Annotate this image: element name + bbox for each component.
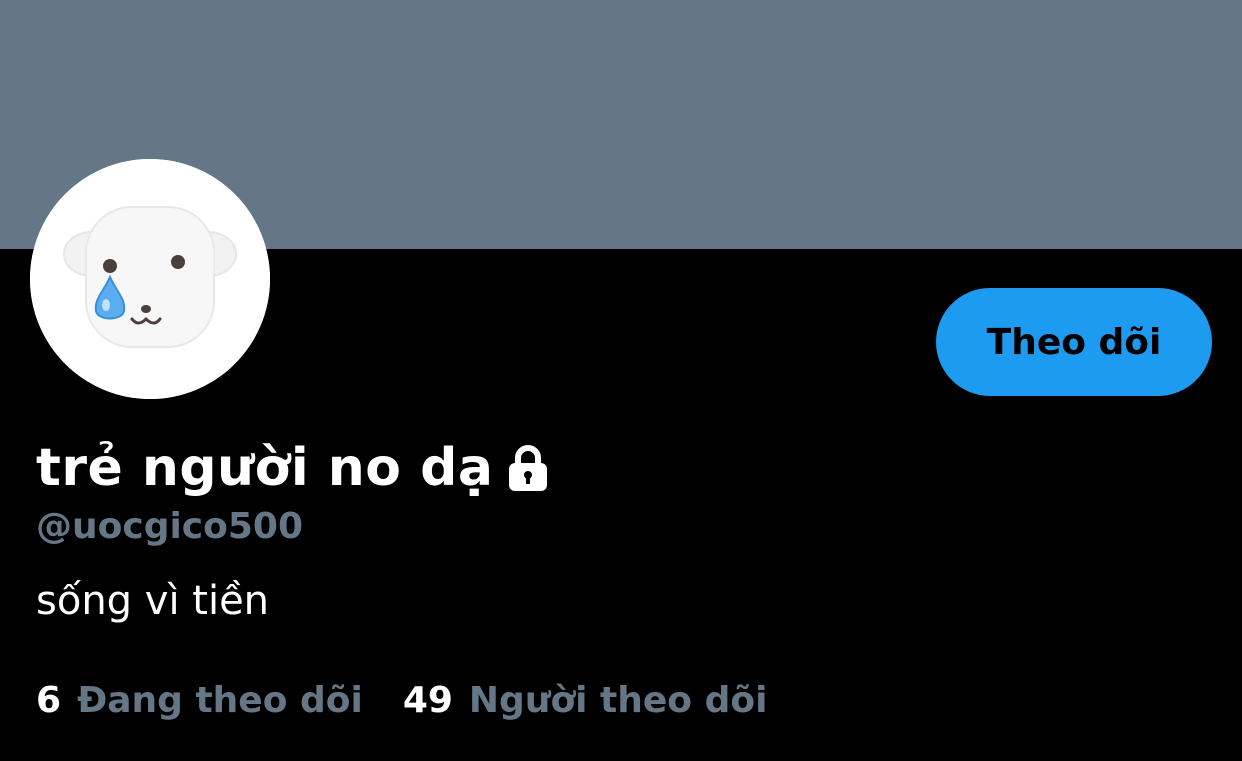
followers-label: Người theo dõi <box>468 680 768 721</box>
followers-count: 49 <box>402 680 453 721</box>
followers-stat-link[interactable]: 49 Người theo dõi <box>403 680 768 721</box>
follow-button[interactable]: Theo dõi <box>936 288 1212 396</box>
profile-stats: 6 Đang theo dõi 49 Người theo dõi <box>36 680 807 721</box>
lock-icon <box>503 443 553 493</box>
following-label: Đang theo dõi <box>77 680 363 721</box>
bio: sống vì tiền <box>36 578 270 624</box>
handle: @uocgico500 <box>36 506 304 547</box>
profile-page: Theo dõi trẻ người no dạ @uocgico500 sốn… <box>0 0 1242 761</box>
following-count: 6 <box>36 680 62 721</box>
display-name-row: trẻ người no dạ <box>36 432 553 504</box>
crying-white-dog-icon <box>30 159 270 399</box>
following-stat-link[interactable]: 6 Đang theo dõi <box>36 680 363 721</box>
avatar[interactable] <box>30 159 270 399</box>
display-name: trẻ người no dạ <box>36 438 494 498</box>
